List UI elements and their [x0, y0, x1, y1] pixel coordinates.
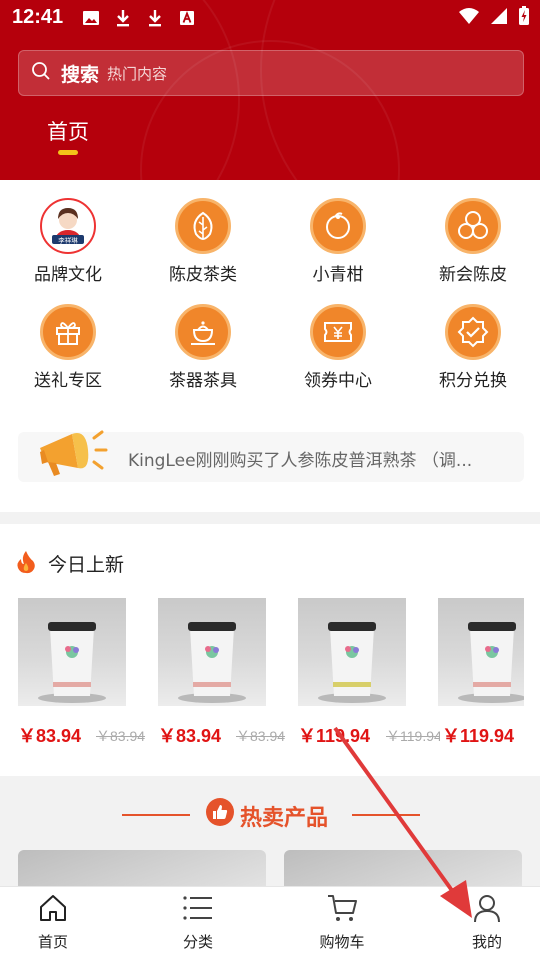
- category-label: 新会陈皮: [439, 265, 507, 285]
- search-hint: 热门内容: [107, 64, 168, 83]
- brand-logo-text: 李祥琳: [58, 236, 78, 245]
- category-gift-zone[interactable]: 送礼专区: [8, 304, 128, 391]
- nav-home[interactable]: 首页: [8, 893, 98, 952]
- brand-logo-icon: 李祥琳: [40, 198, 96, 254]
- cart-icon: [326, 895, 358, 927]
- category-xinhui-peel[interactable]: 新会陈皮: [413, 198, 533, 285]
- nav-label: 我的: [471, 933, 502, 951]
- nav-label: 分类: [182, 933, 213, 951]
- product-card[interactable]: ￥119.94: [438, 598, 524, 746]
- search-label: 搜索: [61, 63, 100, 86]
- home-icon: [38, 895, 68, 927]
- new-today-section: 今日上新 ￥83.94 ￥83.94 ￥83.94 ￥83.94 ￥119.94…: [0, 524, 540, 776]
- category-label: 送礼专区: [34, 371, 102, 391]
- leaf-icon: [175, 198, 231, 254]
- product-image: [18, 598, 126, 706]
- product-card[interactable]: ￥83.94 ￥83.94: [158, 598, 285, 746]
- bottom-nav: 首页 分类 购物车 我的: [0, 886, 540, 960]
- nav-category[interactable]: 分类: [153, 893, 243, 952]
- hot-product-image[interactable]: [18, 850, 266, 890]
- category-tangerine-tea[interactable]: 陈皮茶类: [143, 198, 263, 285]
- category-grid: 李祥琳 品牌文化 陈皮茶类 小青柑 新会陈皮 送礼专区 茶器茶具 领券中心 积分…: [0, 180, 540, 412]
- product-card[interactable]: ￥119.94 ￥119.94: [298, 598, 440, 746]
- category-label: 小青柑: [312, 265, 364, 285]
- megaphone-icon: [32, 420, 118, 484]
- divider: [122, 814, 190, 816]
- wifi-icon: [458, 7, 480, 29]
- peel-icon: [445, 198, 501, 254]
- category-label: 领券中心: [304, 371, 372, 391]
- notice-bar[interactable]: KingLee刚刚购买了人参陈皮普洱熟茶 （调...: [18, 430, 524, 482]
- category-label: 陈皮茶类: [169, 265, 237, 285]
- tab-active-indicator: [58, 150, 78, 155]
- product-price: ￥119.94: [442, 726, 515, 746]
- product-card[interactable]: ￥83.94 ￥83.94: [18, 598, 145, 746]
- hot-section-title: 热卖产品: [0, 790, 540, 838]
- nav-mine[interactable]: 我的: [442, 893, 532, 952]
- product-price: ￥119.94: [298, 726, 371, 746]
- gift-icon: [40, 304, 96, 360]
- status-time: 12:41: [12, 6, 64, 28]
- list-icon: [182, 896, 214, 927]
- notice-text: KingLee刚刚购买了人参陈皮普洱熟茶 （调...: [128, 451, 473, 471]
- product-image: [158, 598, 266, 706]
- category-small-green-citrus[interactable]: 小青柑: [278, 198, 398, 285]
- divider: [352, 814, 420, 816]
- battery-charging-icon: [518, 6, 530, 30]
- product-old-price: ￥119.94: [386, 728, 440, 744]
- download-icon: [144, 8, 166, 28]
- product-price: ￥83.94: [158, 726, 222, 746]
- search-icon: [31, 61, 51, 85]
- category-label: 茶器茶具: [169, 371, 237, 391]
- category-label: 品牌文化: [34, 265, 102, 285]
- category-tea-ware[interactable]: 茶器茶具: [143, 304, 263, 391]
- coupon-icon: [310, 304, 366, 360]
- nav-label: 购物车: [319, 933, 365, 951]
- category-points-exchange[interactable]: 积分兑换: [413, 304, 533, 391]
- thumbs-up-icon: [206, 798, 234, 826]
- fire-icon: [16, 550, 36, 578]
- teapot-icon: [175, 304, 231, 360]
- user-icon: [472, 895, 502, 927]
- product-old-price: ￥83.94: [96, 728, 146, 744]
- nav-label: 首页: [37, 933, 68, 951]
- text-a-icon: [176, 8, 198, 28]
- category-coupon-center[interactable]: 领券中心: [278, 304, 398, 391]
- category-brand-culture[interactable]: 李祥琳 品牌文化: [8, 198, 128, 285]
- nav-cart[interactable]: 购物车: [297, 893, 387, 952]
- product-old-price: ￥83.94: [236, 728, 286, 744]
- download-icon: [112, 8, 134, 28]
- search-bar[interactable]: 搜索 热门内容: [18, 50, 524, 96]
- hot-title: 热卖产品: [240, 806, 329, 831]
- product-image: [298, 598, 406, 706]
- product-price: ￥83.94: [18, 726, 82, 746]
- citrus-icon: [310, 198, 366, 254]
- new-today-title: 今日上新: [48, 554, 125, 576]
- category-label: 积分兑换: [439, 371, 507, 391]
- product-image: [438, 598, 524, 706]
- status-bar: 12:41: [0, 0, 540, 36]
- tab-home[interactable]: 首页: [47, 116, 89, 146]
- points-badge-icon: [445, 304, 501, 360]
- hot-product-image[interactable]: [284, 850, 522, 890]
- header: 12:41 搜索 热门内容 首页: [0, 0, 540, 180]
- signal-icon: [490, 7, 508, 29]
- image-icon: [80, 8, 102, 28]
